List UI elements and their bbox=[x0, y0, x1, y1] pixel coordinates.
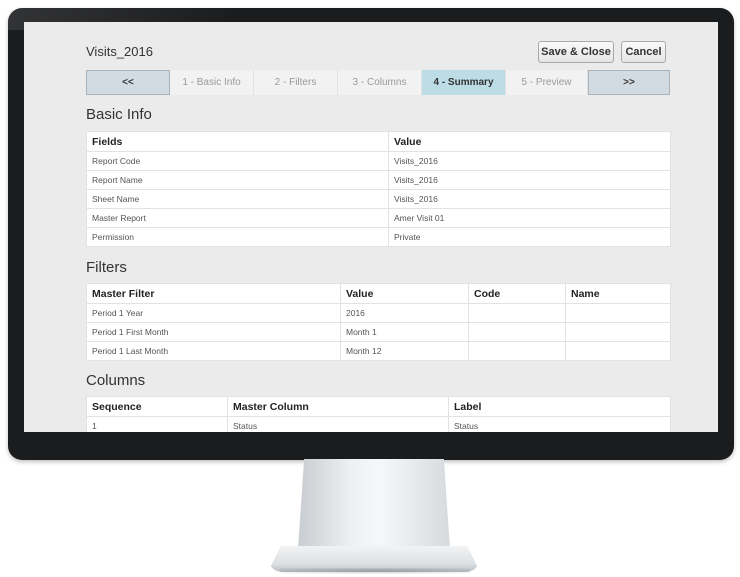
table-row: Report Name Visits_2016 bbox=[86, 170, 671, 190]
table-header-row: Master Filter Value Code Name bbox=[86, 283, 671, 304]
column-header: Value bbox=[388, 131, 671, 152]
field-cell: Report Name bbox=[86, 170, 389, 190]
value-cell: Visits_2016 bbox=[388, 151, 671, 171]
sequence-cell: 1 bbox=[86, 416, 228, 432]
value-cell: 2016 bbox=[340, 303, 469, 323]
name-cell bbox=[565, 322, 671, 342]
wizard-step-preview[interactable]: 5 - Preview bbox=[506, 70, 588, 95]
wizard-step-summary[interactable]: 4 - Summary bbox=[422, 70, 506, 95]
code-cell bbox=[468, 303, 566, 323]
code-cell bbox=[468, 322, 566, 342]
columns-heading: Columns bbox=[86, 372, 146, 389]
field-cell: Master Report bbox=[86, 208, 389, 228]
field-cell: Permission bbox=[86, 227, 389, 247]
value-cell: Month 12 bbox=[340, 341, 469, 361]
table-header-row: Fields Value bbox=[86, 131, 671, 152]
filters-heading: Filters bbox=[86, 259, 127, 276]
columns-table: Sequence Master Column Label 1 Status St… bbox=[86, 396, 671, 432]
value-cell: Visits_2016 bbox=[388, 189, 671, 209]
field-cell: Report Code bbox=[86, 151, 389, 171]
table-row: Master Report Amer Visit 01 bbox=[86, 208, 671, 228]
wizard-step-basic-info[interactable]: 1 - Basic Info bbox=[170, 70, 254, 95]
save-close-button[interactable]: Save & Close bbox=[538, 41, 614, 63]
master-column-cell: Status bbox=[227, 416, 449, 432]
label-cell: Status bbox=[448, 416, 671, 432]
wizard-steps: << 1 - Basic Info 2 - Filters 3 - Column… bbox=[86, 70, 670, 95]
table-header-row: Sequence Master Column Label bbox=[86, 396, 671, 417]
column-header: Sequence bbox=[86, 396, 228, 417]
filter-cell: Period 1 Year bbox=[86, 303, 341, 323]
table-row: 1 Status Status bbox=[86, 416, 671, 432]
table-row: Sheet Name Visits_2016 bbox=[86, 189, 671, 209]
column-header: Label bbox=[448, 396, 671, 417]
value-cell: Month 1 bbox=[340, 322, 469, 342]
filter-cell: Period 1 Last Month bbox=[86, 341, 341, 361]
column-header: Name bbox=[565, 283, 671, 304]
report-title: Visits_2016 bbox=[86, 44, 153, 59]
table-row: Report Code Visits_2016 bbox=[86, 151, 671, 171]
value-cell: Private bbox=[388, 227, 671, 247]
column-header: Fields bbox=[86, 131, 389, 152]
name-cell bbox=[565, 303, 671, 323]
column-header: Master Column bbox=[227, 396, 449, 417]
code-cell bbox=[468, 341, 566, 361]
column-header: Code bbox=[468, 283, 566, 304]
name-cell bbox=[565, 341, 671, 361]
basic-info-table: Fields Value Report Code Visits_2016 Rep… bbox=[86, 131, 671, 247]
basic-info-heading: Basic Info bbox=[86, 106, 152, 123]
column-header: Value bbox=[340, 283, 469, 304]
monitor-stand-neck bbox=[298, 459, 450, 549]
wizard-next-button[interactable]: >> bbox=[588, 70, 670, 95]
filters-table: Master Filter Value Code Name Period 1 Y… bbox=[86, 283, 671, 361]
wizard-step-filters[interactable]: 2 - Filters bbox=[254, 70, 338, 95]
cancel-button[interactable]: Cancel bbox=[621, 41, 666, 63]
table-row: Period 1 Last Month Month 12 bbox=[86, 341, 671, 361]
table-row: Period 1 First Month Month 1 bbox=[86, 322, 671, 342]
table-row: Permission Private bbox=[86, 227, 671, 247]
value-cell: Amer Visit 01 bbox=[388, 208, 671, 228]
column-header: Master Filter bbox=[86, 283, 341, 304]
table-row: Period 1 Year 2016 bbox=[86, 303, 671, 323]
stand-shadow bbox=[280, 568, 470, 574]
filter-cell: Period 1 First Month bbox=[86, 322, 341, 342]
wizard-prev-button[interactable]: << bbox=[86, 70, 170, 95]
field-cell: Sheet Name bbox=[86, 189, 389, 209]
wizard-step-columns[interactable]: 3 - Columns bbox=[338, 70, 422, 95]
value-cell: Visits_2016 bbox=[388, 170, 671, 190]
monitor-screen: Visits_2016 Save & Close Cancel << 1 - B… bbox=[24, 22, 718, 432]
